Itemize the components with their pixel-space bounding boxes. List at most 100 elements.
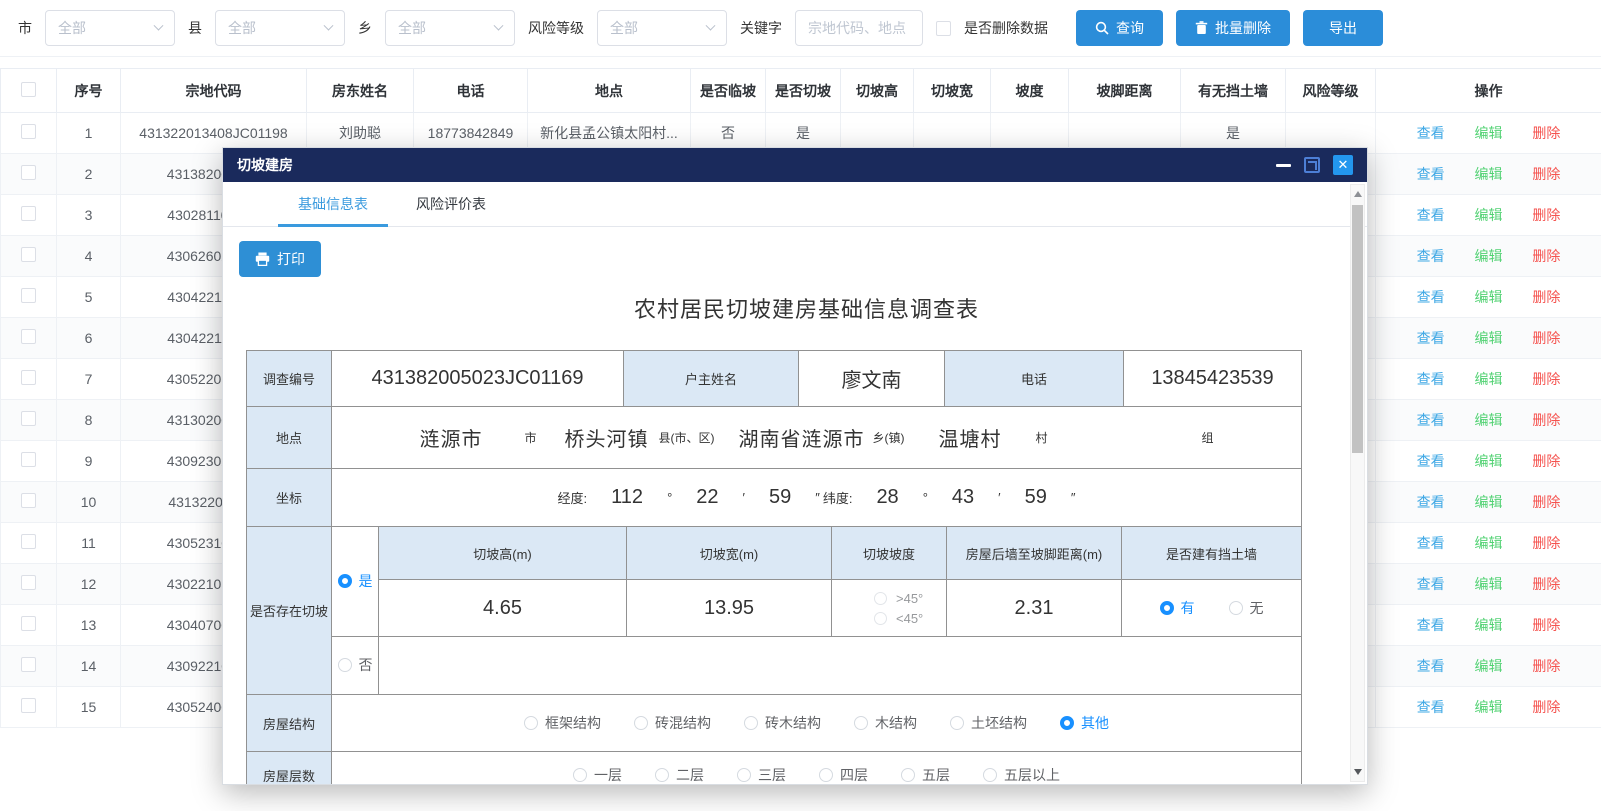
delete-link[interactable]: 删除 <box>1532 699 1560 715</box>
modal-scrollbar[interactable] <box>1350 184 1365 782</box>
edit-link[interactable]: 编辑 <box>1475 617 1503 633</box>
view-link[interactable]: 查看 <box>1417 617 1445 633</box>
radio-floors-3[interactable]: 三层 <box>737 765 786 784</box>
view-link[interactable]: 查看 <box>1417 289 1445 305</box>
edit-link[interactable]: 编辑 <box>1475 207 1503 223</box>
delete-link[interactable]: 删除 <box>1532 412 1560 428</box>
view-link[interactable]: 查看 <box>1417 248 1445 264</box>
delete-link[interactable]: 删除 <box>1532 330 1560 346</box>
print-button[interactable]: 打印 <box>239 241 321 277</box>
row-checkbox[interactable] <box>21 124 36 139</box>
minimize-icon[interactable] <box>1276 164 1291 167</box>
row-checkbox[interactable] <box>21 616 36 631</box>
row-checkbox[interactable] <box>21 657 36 672</box>
filter-county-select[interactable]: 全部 <box>215 10 345 46</box>
radio-structure-frame[interactable]: 框架结构 <box>524 713 601 733</box>
radio-cutslope-no[interactable]: 否 <box>338 655 373 675</box>
view-link[interactable]: 查看 <box>1417 535 1445 551</box>
view-link[interactable]: 查看 <box>1417 371 1445 387</box>
row-checkbox[interactable] <box>21 206 36 221</box>
radio-structure-wood[interactable]: 木结构 <box>854 713 917 733</box>
delete-link[interactable]: 删除 <box>1532 576 1560 592</box>
radio-floors-4[interactable]: 四层 <box>819 765 868 784</box>
maximize-icon[interactable] <box>1304 157 1320 173</box>
view-link[interactable]: 查看 <box>1417 207 1445 223</box>
export-button[interactable]: 导出 <box>1303 10 1383 46</box>
edit-link[interactable]: 编辑 <box>1475 371 1503 387</box>
edit-link[interactable]: 编辑 <box>1475 330 1503 346</box>
delete-data-checkbox[interactable] <box>936 21 951 36</box>
row-checkbox[interactable] <box>21 534 36 549</box>
view-link[interactable]: 查看 <box>1417 658 1445 674</box>
view-link[interactable]: 查看 <box>1417 699 1445 715</box>
delete-link[interactable]: 删除 <box>1532 658 1560 674</box>
radio-floors-1[interactable]: 一层 <box>573 765 622 784</box>
row-checkbox[interactable] <box>21 247 36 262</box>
radio-floors-2[interactable]: 二层 <box>655 765 704 784</box>
filter-city-select[interactable]: 全部 <box>45 10 175 46</box>
delete-link[interactable]: 删除 <box>1532 166 1560 182</box>
delete-link[interactable]: 删除 <box>1532 494 1560 510</box>
row-checkbox[interactable] <box>21 288 36 303</box>
edit-link[interactable]: 编辑 <box>1475 453 1503 469</box>
edit-link[interactable]: 编辑 <box>1475 412 1503 428</box>
radio-floors-5plus[interactable]: 五层以上 <box>983 765 1060 784</box>
row-checkbox[interactable] <box>21 698 36 713</box>
scroll-down-icon[interactable] <box>1351 765 1364 779</box>
radio-wall-no[interactable]: 无 <box>1229 598 1264 618</box>
edit-link[interactable]: 编辑 <box>1475 494 1503 510</box>
delete-link[interactable]: 删除 <box>1532 248 1560 264</box>
close-icon[interactable]: ✕ <box>1333 155 1353 175</box>
radio-slope-lt45[interactable]: <45° <box>874 611 923 626</box>
tab-basic-info[interactable]: 基础信息表 <box>296 182 370 226</box>
scroll-up-icon[interactable] <box>1351 187 1364 201</box>
radio-structure-other[interactable]: 其他 <box>1060 713 1109 733</box>
filter-town-select[interactable]: 全部 <box>385 10 515 46</box>
query-button[interactable]: 查询 <box>1076 10 1163 46</box>
edit-link[interactable]: 编辑 <box>1475 576 1503 592</box>
delete-link[interactable]: 删除 <box>1532 535 1560 551</box>
keyword-input[interactable] <box>795 10 923 46</box>
edit-link[interactable]: 编辑 <box>1475 658 1503 674</box>
radio-dot <box>854 716 868 730</box>
delete-link[interactable]: 删除 <box>1532 125 1560 141</box>
radio-cutslope-yes[interactable]: 是 <box>338 571 373 591</box>
view-link[interactable]: 查看 <box>1417 453 1445 469</box>
delete-link[interactable]: 删除 <box>1532 207 1560 223</box>
radio-structure-adobe[interactable]: 土坯结构 <box>950 713 1027 733</box>
row-checkbox[interactable] <box>21 165 36 180</box>
edit-link[interactable]: 编辑 <box>1475 125 1503 141</box>
radio-structure-brick-wood[interactable]: 砖木结构 <box>744 713 821 733</box>
delete-link[interactable]: 删除 <box>1532 617 1560 633</box>
view-link[interactable]: 查看 <box>1417 125 1445 141</box>
scrollbar-thumb[interactable] <box>1352 205 1363 453</box>
row-checkbox[interactable] <box>21 575 36 590</box>
row-checkbox[interactable] <box>21 370 36 385</box>
view-link[interactable]: 查看 <box>1417 330 1445 346</box>
filter-risk-select[interactable]: 全部 <box>597 10 727 46</box>
delete-link[interactable]: 删除 <box>1532 289 1560 305</box>
row-checkbox[interactable] <box>21 411 36 426</box>
edit-link[interactable]: 编辑 <box>1475 166 1503 182</box>
delete-link[interactable]: 删除 <box>1532 371 1560 387</box>
radio-wall-yes[interactable]: 有 <box>1160 598 1195 618</box>
delete-link[interactable]: 删除 <box>1532 453 1560 469</box>
radio-label: 是 <box>359 571 373 591</box>
view-link[interactable]: 查看 <box>1417 494 1445 510</box>
radio-floors-5[interactable]: 五层 <box>901 765 950 784</box>
tab-risk-evaluation[interactable]: 风险评价表 <box>414 182 488 226</box>
view-link[interactable]: 查看 <box>1417 166 1445 182</box>
radio-slope-gt45[interactable]: >45° <box>874 591 923 606</box>
edit-link[interactable]: 编辑 <box>1475 289 1503 305</box>
row-checkbox[interactable] <box>21 493 36 508</box>
edit-link[interactable]: 编辑 <box>1475 535 1503 551</box>
radio-structure-brick-concrete[interactable]: 砖混结构 <box>634 713 711 733</box>
row-checkbox[interactable] <box>21 329 36 344</box>
view-link[interactable]: 查看 <box>1417 576 1445 592</box>
batch-delete-button[interactable]: 批量删除 <box>1176 10 1290 46</box>
edit-link[interactable]: 编辑 <box>1475 248 1503 264</box>
edit-link[interactable]: 编辑 <box>1475 699 1503 715</box>
view-link[interactable]: 查看 <box>1417 412 1445 428</box>
row-checkbox[interactable] <box>21 452 36 467</box>
select-all-checkbox[interactable] <box>21 82 36 97</box>
